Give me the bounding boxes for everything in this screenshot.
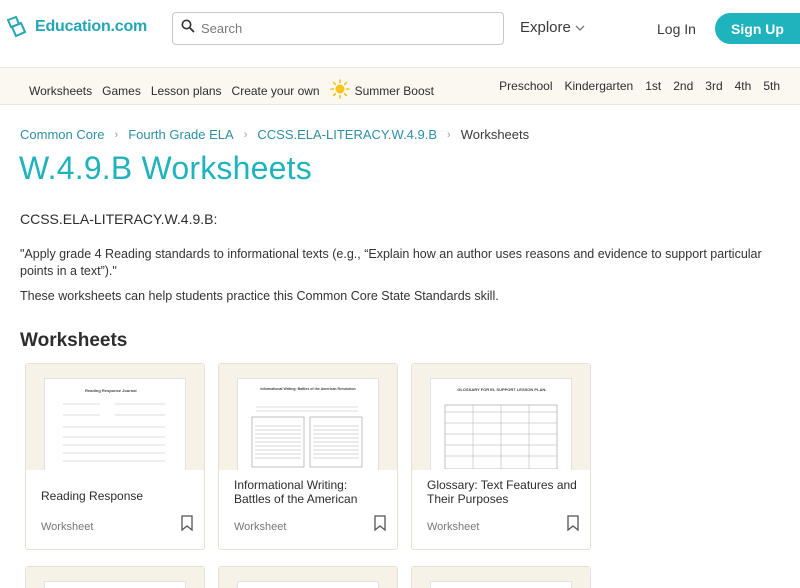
grade-4th[interactable]: 4th (735, 79, 752, 93)
nav-games[interactable]: Games (102, 84, 141, 98)
explore-menu[interactable]: Explore (520, 19, 585, 36)
bookmark-icon[interactable] (374, 515, 386, 536)
top-header: Education.com Explore Log In Sign Up (0, 0, 800, 67)
worksheet-preview (44, 581, 186, 588)
breadcrumb-standard[interactable]: CCSS.ELA-LITERACY.W.4.9.B (257, 127, 437, 142)
worksheet-thumbnail[interactable] (412, 567, 590, 588)
chevron-right-icon: › (243, 128, 248, 141)
grade-2nd[interactable]: 2nd (673, 79, 693, 93)
grade-5th[interactable]: 5th (763, 79, 780, 93)
explore-label: Explore (520, 19, 571, 36)
bookmark-icon[interactable] (181, 515, 193, 536)
worksheet-thumbnail[interactable] (26, 567, 204, 588)
breadcrumb-common-core[interactable]: Common Core (20, 127, 105, 142)
worksheet-preview: Informational Writing: Battles of the Am… (237, 378, 379, 470)
bookmark-icon[interactable] (567, 515, 579, 536)
summer-boost-label: Summer Boost (354, 83, 434, 98)
worksheet-thumbnail[interactable]: Reading Response Journal (26, 364, 204, 470)
education-logo-icon (5, 14, 31, 40)
grade-kindergarten[interactable]: Kindergarten (565, 79, 634, 93)
nav-worksheets[interactable]: Worksheets (29, 84, 92, 98)
worksheet-card[interactable] (25, 566, 205, 588)
section-title: Worksheets (20, 330, 128, 351)
nav-lesson-plans[interactable]: Lesson plans (151, 84, 222, 98)
search-input[interactable] (201, 21, 491, 36)
standard-description: "Apply grade 4 Reading standards to info… (20, 247, 762, 278)
standard-help-text: These worksheets can help students pract… (20, 289, 499, 303)
signup-button[interactable]: Sign Up (715, 13, 800, 44)
page-title: W.4.9.B Worksheets (19, 150, 312, 186)
search-box[interactable] (172, 12, 504, 45)
worksheet-card[interactable]: Reading Response Journal Reading Respons… (25, 363, 205, 550)
worksheet-card[interactable]: GLOSSARY FOR EL SUPPORT LESSON PLAN: Glo… (411, 363, 591, 550)
worksheet-thumbnail[interactable]: GLOSSARY FOR EL SUPPORT LESSON PLAN: (412, 364, 590, 470)
chevron-right-icon: › (447, 128, 451, 141)
login-link[interactable]: Log In (657, 21, 696, 37)
worksheet-type: Worksheet (234, 521, 287, 533)
logo[interactable]: Education.com (5, 14, 147, 40)
nav-create-your-own[interactable]: Create your own (232, 84, 320, 98)
worksheet-card[interactable]: Informational Writing: Battles of the Am… (218, 363, 398, 550)
worksheet-title[interactable]: Reading Response (41, 489, 191, 503)
worksheet-title[interactable]: Informational Writing: Battles of the Am… (234, 478, 384, 506)
grade-preschool[interactable]: Preschool (499, 79, 552, 93)
sun-icon (329, 79, 350, 102)
worksheet-preview (430, 581, 572, 588)
worksheet-title[interactable]: Glossary: Text Features and Their Purpos… (427, 478, 577, 506)
worksheet-preview: GLOSSARY FOR EL SUPPORT LESSON PLAN: (430, 378, 572, 470)
chevron-right-icon: › (114, 128, 119, 141)
category-nav: Worksheets Games Lesson plans Create you… (0, 67, 800, 105)
logo-text: Education.com (35, 18, 148, 35)
worksheet-preview: Reading Response Journal (44, 378, 186, 470)
worksheet-thumbnail[interactable]: Informational Writing: Battles of the Am… (219, 364, 397, 470)
worksheet-preview (237, 581, 379, 588)
grade-3rd[interactable]: 3rd (705, 79, 722, 93)
nav-summer-boost[interactable]: Summer Boost (329, 79, 434, 102)
worksheet-thumbnail[interactable] (219, 567, 397, 588)
breadcrumb: Common Core › Fourth Grade ELA › CCSS.EL… (20, 127, 529, 142)
worksheet-type: Worksheet (427, 521, 480, 533)
worksheet-card[interactable] (218, 566, 398, 588)
grade-1st[interactable]: 1st (645, 79, 661, 93)
breadcrumb-fourth-grade-ela[interactable]: Fourth Grade ELA (128, 127, 234, 142)
chevron-down-icon (575, 19, 585, 36)
worksheet-type: Worksheet (41, 521, 94, 533)
standard-code: CCSS.ELA-LITERACY.W.4.9.B: (20, 211, 218, 227)
breadcrumb-current: Worksheets (460, 127, 530, 142)
search-icon (181, 19, 195, 38)
worksheet-card[interactable] (411, 566, 591, 588)
